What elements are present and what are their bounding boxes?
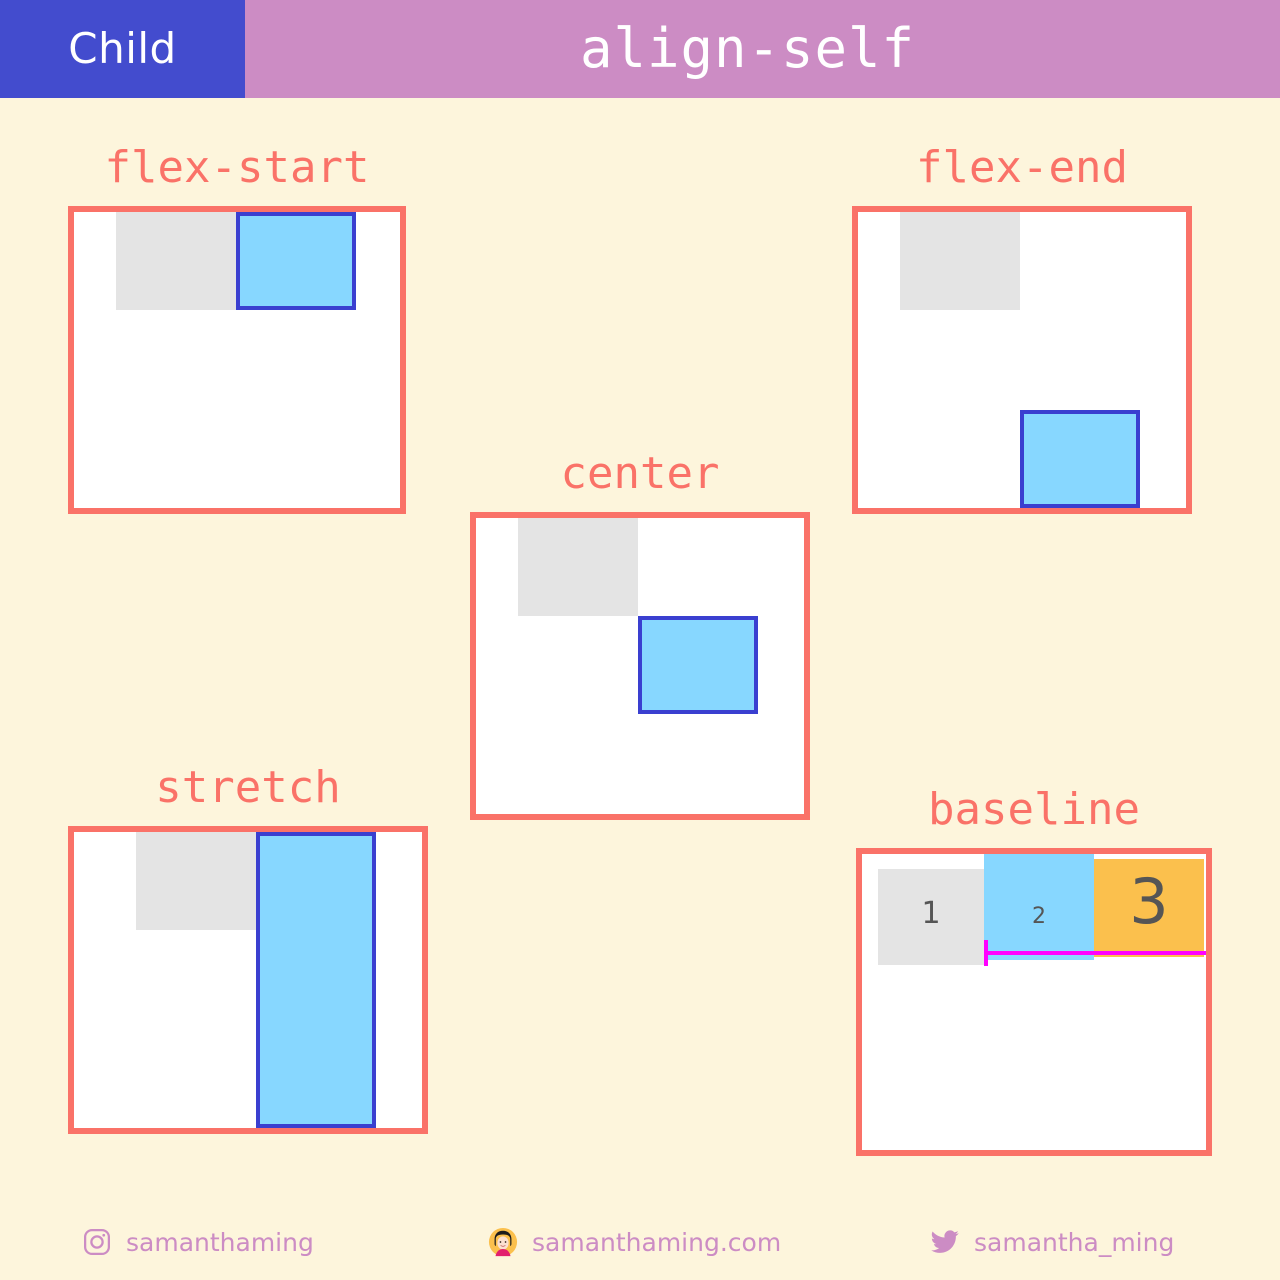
flex-container-stretch [68,826,428,1134]
demo-label-flex-end: flex-end [916,142,1128,193]
aligned-item [1020,410,1140,508]
footer-link-twitter[interactable]: samantha_ming [930,1227,1174,1257]
ghost-item [136,832,256,930]
demo-label-center: center [560,448,720,499]
baseline-item-2-number: 2 [1032,904,1046,929]
aligned-item [236,212,356,310]
demo-flex-start: flex-start [68,146,406,514]
ghost-item [116,212,236,310]
baseline-item-2: 2 [984,854,1094,960]
header-title-container: align-self [245,0,1280,98]
page-title: align-self [579,17,916,80]
ghost-item [518,518,638,616]
demo-center: center [470,452,810,820]
demo-flex-end: flex-end [852,146,1192,514]
instagram-icon [82,1227,112,1257]
demo-baseline: baseline 1 2 3 [856,788,1212,1156]
demo-label-stretch: stretch [155,762,341,813]
flex-container-flex-end [852,206,1192,514]
flex-container-center [470,512,810,820]
twitter-icon [930,1227,960,1257]
ghost-item [900,212,1020,310]
aligned-item [256,832,376,1128]
baseline-item-1: 1 [878,869,984,965]
demo-stretch: stretch [68,766,428,1134]
baseline-marker-cap-right [1208,940,1212,966]
demo-label-flex-start: flex-start [104,142,370,193]
footer-link-instagram[interactable]: samanthaming [82,1227,314,1257]
page-footer: samanthaming samanthaming.com samantha_m… [0,1204,1280,1280]
baseline-item-3-number: 3 [1129,865,1169,938]
header-category-label: Child [68,24,177,73]
page-header: Child align-self [0,0,1280,98]
avatar-icon [488,1227,518,1257]
footer-link-website[interactable]: samanthaming.com [488,1227,781,1257]
demo-label-baseline: baseline [928,784,1140,835]
baseline-item-3: 3 [1094,859,1204,957]
flex-container-flex-start [68,206,406,514]
baseline-item-row: 1 2 3 [878,854,1204,965]
footer-handle-twitter: samantha_ming [974,1227,1175,1257]
baseline-item-1-number: 1 [921,896,941,931]
flex-container-baseline: 1 2 3 [856,848,1212,1156]
footer-handle-website: samanthaming.com [532,1227,782,1257]
aligned-item [638,616,758,714]
footer-handle-instagram: samanthaming [126,1227,314,1257]
header-category-tab: Child [0,0,245,98]
